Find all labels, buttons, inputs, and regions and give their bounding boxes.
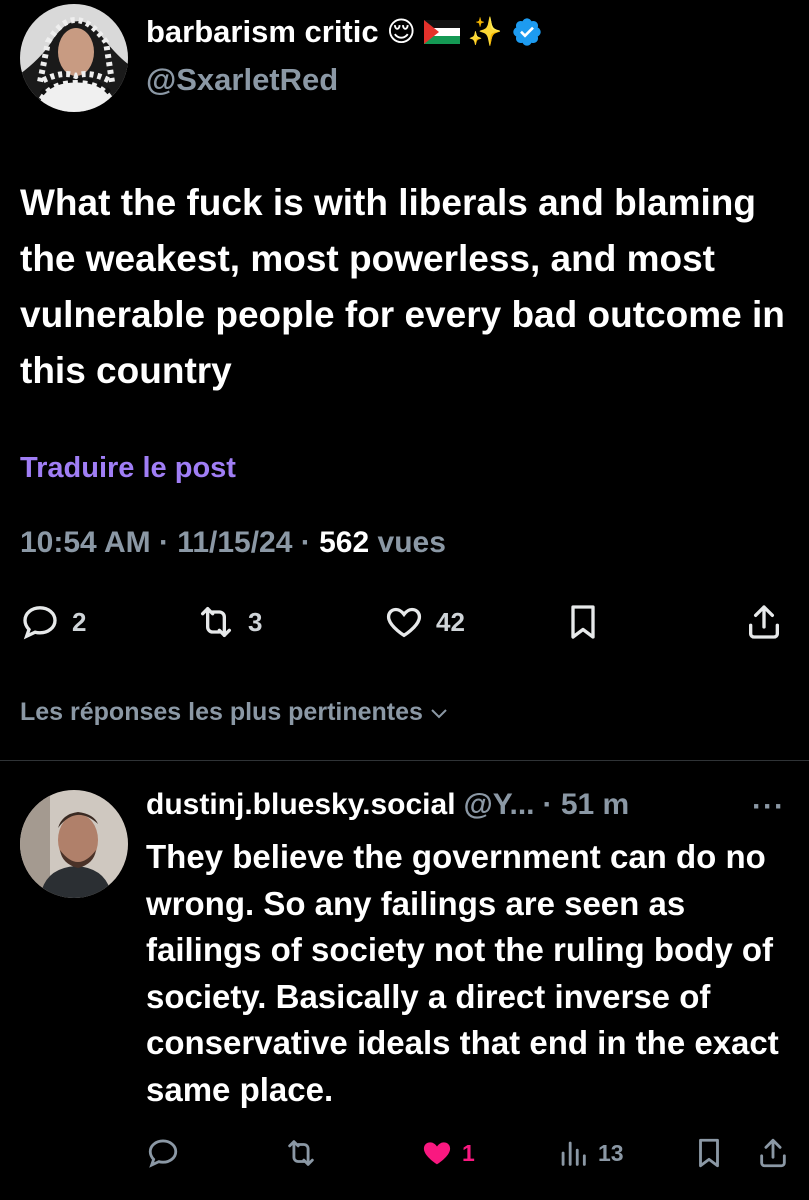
views-label: vues (377, 526, 446, 559)
views-icon (561, 1141, 586, 1166)
repost-icon (201, 607, 231, 637)
translate-post-link[interactable]: Traduire le post (20, 452, 236, 485)
divider (0, 760, 809, 761)
like-count: 42 (436, 606, 465, 637)
separator: · (300, 526, 311, 559)
share-icon (760, 1138, 786, 1168)
share-button[interactable] (744, 602, 784, 642)
reply-header: dustinj.bluesky.social @Y... · 51 m (146, 788, 629, 822)
reply-views-button[interactable]: 13 (556, 1136, 624, 1170)
repost-count: 3 (248, 606, 263, 637)
author-name[interactable]: barbarism critic (146, 14, 379, 50)
chevron-down-icon (431, 708, 447, 718)
like-button[interactable]: 42 (384, 602, 465, 642)
reply-reply-button[interactable] (146, 1136, 180, 1170)
post-text: What the fuck is with liberals and blami… (20, 182, 785, 391)
reply-author-handle[interactable]: @Y... (464, 788, 535, 822)
post-time[interactable]: 10:54 AM (20, 526, 151, 559)
reply-like-count: 1 (462, 1139, 475, 1166)
bookmark-icon (699, 1138, 719, 1168)
author-handle[interactable]: @SxarletRed (146, 62, 338, 98)
reply-icon (148, 1139, 178, 1168)
reply-button[interactable]: 2 (20, 602, 86, 642)
sort-replies-dropdown[interactable]: Les réponses les plus pertinentes (20, 698, 451, 727)
share-icon (749, 605, 779, 639)
reply-author-avatar[interactable] (20, 790, 128, 898)
bookmark-icon (571, 605, 595, 639)
reply-age[interactable]: · 51 m (543, 788, 630, 822)
reply-bookmark-button[interactable] (692, 1136, 726, 1170)
repost-button[interactable]: 3 (196, 602, 262, 642)
reply-text: They believe the government can do no wr… (146, 838, 779, 1108)
author-avatar[interactable] (20, 4, 128, 112)
post-date[interactable]: 11/15/24 (177, 526, 292, 559)
bookmark-button[interactable] (563, 602, 603, 642)
views-count: 562 (319, 526, 370, 559)
author-name-row[interactable]: barbarism critic 😌 ✨ (146, 14, 543, 50)
palestine-flag-icon (423, 20, 460, 44)
more-icon[interactable]: ··· (752, 790, 785, 824)
sort-label: Les réponses les plus pertinentes (20, 698, 423, 726)
sparkles-icon: ✨ (467, 16, 503, 47)
reply-repost-button[interactable] (284, 1136, 318, 1170)
post-metadata: 10:54 AM · 11/15/24 · 562 vues (20, 526, 446, 560)
reply-share-button[interactable] (756, 1136, 790, 1170)
like-icon (423, 1142, 451, 1165)
reply-like-button[interactable]: 1 (420, 1136, 475, 1170)
relieved-face-icon: 😌 (386, 16, 416, 47)
reply-views-count: 13 (598, 1139, 624, 1166)
verified-icon (513, 18, 541, 46)
reply-count: 2 (72, 606, 87, 637)
like-icon (386, 607, 422, 638)
repost-icon (288, 1140, 314, 1166)
reply-icon (23, 606, 57, 640)
separator: · (158, 526, 169, 559)
reply-author-name[interactable]: dustinj.bluesky.social (146, 788, 456, 822)
